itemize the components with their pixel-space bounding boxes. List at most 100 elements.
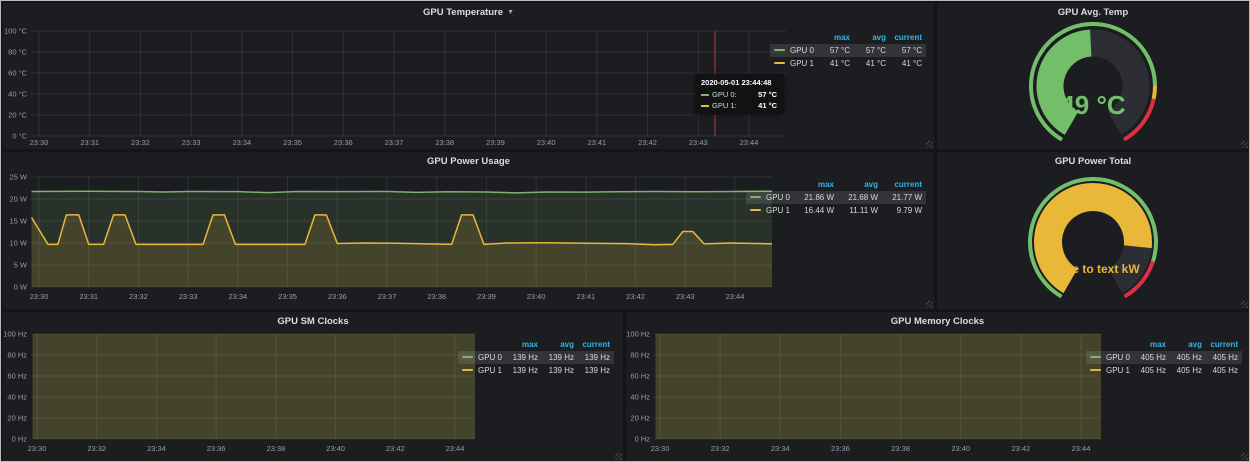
series-fill-gpu-1 [33,330,475,439]
legend-series-name[interactable]: GPU 1 [790,59,814,68]
x-axis-label: 23:42 [638,138,657,147]
x-axis-label: 23:38 [891,444,910,453]
x-axis-label: 23:30 [651,444,670,453]
gpu-avg-temp-gauge: 49 °C [937,21,1249,149]
legend-series-gpu-0[interactable]: GPU 021.86 W21.68 W21.77 W [746,191,926,204]
tooltip-row-gpu0: GPU 0: 57 °C [701,90,777,99]
legend-value: 57 °C [854,44,890,57]
y-axis-label: 80 Hz [7,351,27,360]
x-axis-label: 23:31 [80,138,99,147]
x-axis-label: 23:31 [79,292,98,301]
y-axis-label: 60 °C [8,69,27,78]
panel-header-gpu-power-total[interactable]: GPU Power Total [937,152,1249,170]
y-axis-label: 0 Hz [12,435,28,444]
x-axis-label: 23:36 [831,444,850,453]
legend-series-name[interactable]: GPU 0 [790,46,814,55]
legend-series-name[interactable]: GPU 0 [1106,353,1130,362]
legend-series-gpu-0[interactable]: GPU 0405 Hz405 Hz405 Hz [1086,351,1242,364]
x-axis-label: 23:38 [435,138,454,147]
legend-series-name[interactable]: GPU 1 [1106,366,1130,375]
x-axis-label: 23:38 [266,444,285,453]
legend-col-max: max [794,178,838,191]
x-axis-label: 23:43 [676,292,695,301]
legend-series-gpu-0[interactable]: GPU 057 °C57 °C57 °C [770,44,926,57]
x-axis-label: 23:32 [87,444,106,453]
legend-value: 11.11 W [838,204,882,217]
tooltip-timestamp: 2020-05-01 23:44:48 [701,78,777,87]
legend-series-name[interactable]: GPU 0 [478,353,502,362]
y-axis-label: 80 Hz [630,351,650,360]
x-axis-label: 23:41 [576,292,595,301]
x-axis-label: 23:34 [147,444,166,453]
panel-body: 0 Hz20 Hz40 Hz60 Hz80 Hz100 Hz23:3023:32… [626,330,1249,461]
legend-value: 16.44 W [794,204,838,217]
y-axis-label: 40 Hz [7,393,27,402]
series-color-dash [701,94,709,96]
series-fill-gpu-1 [655,330,1101,439]
x-axis-label: 23:42 [386,444,405,453]
legend-series-gpu-1[interactable]: GPU 1405 Hz405 Hz405 Hz [1086,364,1242,377]
legend-series-gpu-0[interactable]: GPU 0139 Hz139 Hz139 Hz [458,351,614,364]
panel-title: GPU Memory Clocks [891,316,984,327]
panel-title: GPU Power Usage [427,156,510,167]
y-axis-label: 100 Hz [3,330,27,339]
y-axis-label: 20 °C [8,111,27,120]
legend-value: 405 Hz [1170,351,1206,364]
panel-body: 0 °C20 °C40 °C60 °C80 °C100 °C23:3023:31… [3,21,934,149]
legend-value: 139 Hz [506,351,542,364]
panel-header-gpu-sm-clocks[interactable]: GPU SM Clocks [3,312,623,330]
legend-table: maxavgcurrentGPU 057 °C57 °C57 °CGPU 141… [770,31,926,70]
panel-title: GPU Power Total [1055,156,1131,167]
y-axis-label: 15 W [9,217,27,226]
gauge-threshold-segment [1154,86,1155,99]
x-axis-label: 23:40 [951,444,970,453]
legend-value: 139 Hz [542,351,578,364]
legend-series-gpu-1[interactable]: GPU 1139 Hz139 Hz139 Hz [458,364,614,377]
x-axis-label: 23:32 [129,292,148,301]
panel-title: GPU Avg. Temp [1058,7,1128,18]
series-color-dash [1090,369,1101,371]
legend-value: 405 Hz [1206,351,1242,364]
legend-value: 57 °C [818,44,854,57]
series-color-dash [1090,356,1101,358]
legend-col-max: max [1134,338,1170,351]
legend-value: 41 °C [890,57,926,70]
panel-gpu-power-total: GPU Power Total range to text kW [937,152,1249,309]
legend-value: 139 Hz [578,351,614,364]
tooltip-row-gpu1: GPU 1: 41 °C [701,101,777,110]
legend-series-name[interactable]: GPU 1 [766,206,790,215]
legend-series-name[interactable]: GPU 0 [766,193,790,202]
x-axis-label: 23:40 [527,292,546,301]
y-axis-label: 0 °C [12,132,27,141]
gpu-temperature-legend: maxavgcurrentGPU 057 °C57 °C57 °CGPU 141… [770,31,926,70]
y-axis-label: 80 °C [8,48,27,57]
y-axis-label: 40 Hz [630,393,650,402]
x-axis-label: 23:40 [326,444,345,453]
series-color-dash [750,196,761,198]
legend-series-gpu-1[interactable]: GPU 116.44 W11.11 W9.79 W [746,204,926,217]
panel-header-gpu-memory-clocks[interactable]: GPU Memory Clocks [626,312,1249,330]
legend-table: maxavgcurrentGPU 0139 Hz139 Hz139 HzGPU … [458,338,614,377]
panel-header-gpu-temperature[interactable]: GPU Temperature ▼ [3,3,934,21]
x-axis-label: 23:32 [131,138,150,147]
series-color-dash [701,105,709,107]
y-axis-label: 100 Hz [626,330,650,339]
legend-value: 405 Hz [1170,364,1206,377]
legend-series-gpu-1[interactable]: GPU 141 °C41 °C41 °C [770,57,926,70]
legend-value: 41 °C [818,57,854,70]
x-axis-label: 23:40 [537,138,556,147]
panel-body: 0 W5 W10 W15 W20 W25 W23:3023:3123:3223:… [3,170,934,309]
legend-value: 139 Hz [506,364,542,377]
legend-value: 405 Hz [1134,351,1170,364]
series-color-dash [774,49,785,51]
gauge-value-text: range to text kW [1046,262,1140,276]
panel-header-gpu-power-usage[interactable]: GPU Power Usage [3,152,934,170]
y-axis-label: 20 Hz [630,414,650,423]
legend-series-name[interactable]: GPU 1 [478,366,502,375]
y-axis-label: 20 Hz [7,414,27,423]
x-axis-label: 23:38 [427,292,446,301]
y-axis-label: 5 W [14,261,28,270]
x-axis-label: 23:37 [385,138,404,147]
legend-value: 41 °C [854,57,890,70]
panel-header-gpu-avg-temp[interactable]: GPU Avg. Temp [937,3,1249,21]
